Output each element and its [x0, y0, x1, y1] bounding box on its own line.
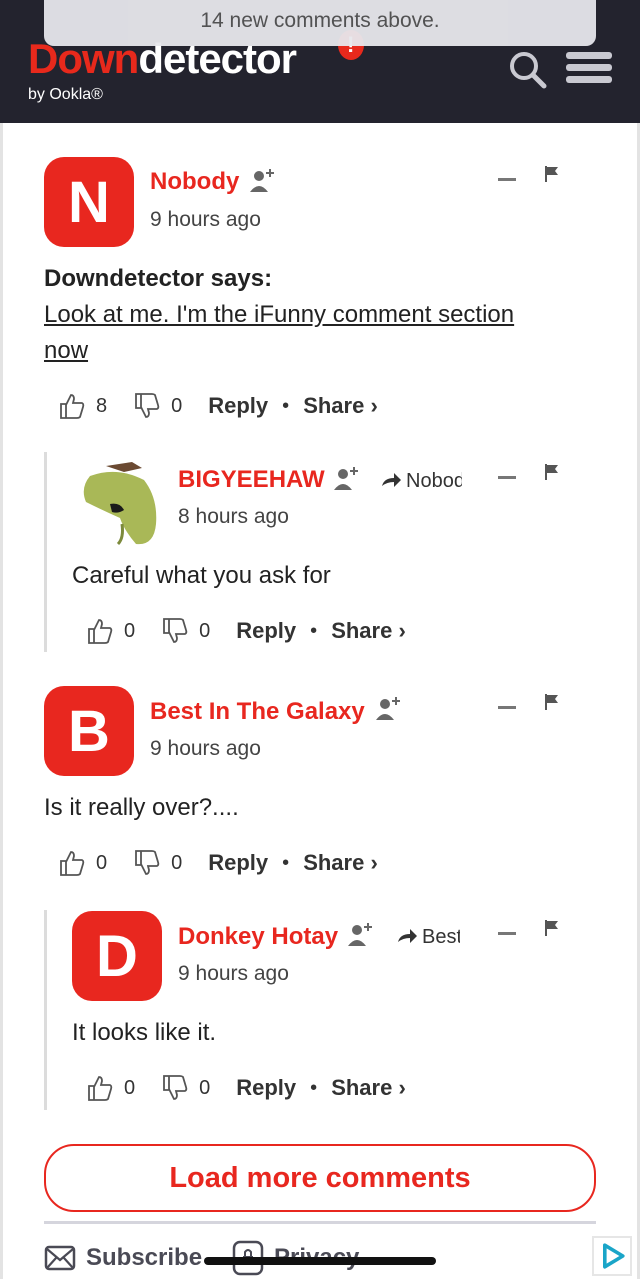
search-icon[interactable]: [508, 50, 548, 90]
separator-dot: •: [310, 1076, 318, 1099]
share-button[interactable]: Share ›: [331, 618, 406, 644]
like-count: 0: [124, 619, 136, 642]
avatar[interactable]: D: [72, 911, 162, 1001]
avatar[interactable]: N: [44, 157, 134, 247]
thumbs-up-icon[interactable]: [58, 849, 86, 877]
dislike-count: 0: [171, 394, 183, 417]
subscribe-label: Subscribe: [86, 1244, 203, 1271]
mail-icon: [44, 1245, 76, 1271]
collapse-icon[interactable]: [498, 932, 516, 935]
avatar[interactable]: [72, 458, 162, 548]
ad-choices-icon[interactable]: [592, 1236, 632, 1276]
thumbs-up-icon[interactable]: [58, 392, 86, 420]
thumbs-down-icon[interactable]: [161, 617, 189, 645]
divider: [44, 1221, 596, 1224]
comment-actions: 0 0 Reply • Share ›: [86, 1073, 406, 1103]
load-more-button[interactable]: Load more comments: [44, 1144, 596, 1212]
dislike-count: 0: [171, 851, 183, 874]
reply-arrow-icon: [398, 929, 417, 943]
dislike-count: 0: [199, 619, 211, 642]
avatar[interactable]: B: [44, 686, 134, 776]
comment-actions: 8 0 Reply • Share ›: [58, 391, 378, 421]
follow-user-icon[interactable]: [346, 920, 374, 948]
thumbs-up-icon[interactable]: [86, 617, 114, 645]
separator-dot: •: [310, 619, 318, 642]
thumbs-down-icon[interactable]: [161, 1074, 189, 1102]
share-button[interactable]: Share ›: [331, 1075, 406, 1101]
menu-icon[interactable]: [566, 52, 612, 86]
dislike-count: 0: [199, 1076, 211, 1099]
follow-user-icon[interactable]: [374, 694, 402, 722]
reply-arrow-icon: [382, 473, 401, 487]
byline: by Ookla®: [28, 86, 103, 103]
comment-actions: 0 0 Reply • Share ›: [58, 848, 378, 878]
subscribe-link[interactable]: Subscribe: [44, 1240, 202, 1276]
thumbs-down-icon[interactable]: [133, 392, 161, 420]
comment-text: Is it really over?....: [44, 794, 239, 821]
share-button[interactable]: Share ›: [303, 850, 378, 876]
thumbs-down-icon[interactable]: [133, 849, 161, 877]
comment-text: It looks like it.: [72, 1019, 217, 1046]
like-count: 0: [124, 1076, 136, 1099]
reply-to-author[interactable]: Best In The Galaxy: [422, 926, 460, 949]
home-indicator: [204, 1257, 436, 1265]
thumbs-up-icon[interactable]: [86, 1074, 114, 1102]
comment-time: 9 hours ago: [150, 208, 261, 231]
comment-text: Careful what you ask for: [72, 562, 331, 589]
collapse-icon[interactable]: [498, 706, 516, 709]
like-count: 0: [96, 851, 108, 874]
comment-title: Downdetector says:: [44, 265, 273, 292]
comment-actions: 0 0 Reply • Share ›: [86, 616, 406, 646]
like-count: 8: [96, 394, 108, 417]
comment-author[interactable]: Nobody: [150, 168, 239, 196]
comment-time: 8 hours ago: [178, 505, 289, 528]
new-comments-banner[interactable]: 14 new comments above.: [44, 0, 596, 46]
reply-button[interactable]: Reply: [208, 850, 268, 876]
flag-icon[interactable]: [544, 693, 560, 711]
share-button[interactable]: Share ›: [303, 393, 378, 419]
reply-to-author[interactable]: Nobody: [406, 470, 462, 493]
reply-button[interactable]: Reply: [208, 393, 268, 419]
flag-icon[interactable]: [544, 165, 560, 183]
collapse-icon[interactable]: [498, 178, 516, 181]
flag-icon[interactable]: [544, 463, 560, 481]
separator-dot: •: [282, 394, 290, 417]
reply-button[interactable]: Reply: [236, 618, 296, 644]
reply-button[interactable]: Reply: [236, 1075, 296, 1101]
comment-author[interactable]: BIGYEEHAW: [178, 466, 325, 494]
collapse-icon[interactable]: [498, 476, 516, 479]
comment-time: 9 hours ago: [178, 962, 289, 985]
comment-link[interactable]: Look at me. I'm the iFunny comment secti…: [44, 297, 564, 369]
separator-dot: •: [282, 851, 290, 874]
follow-user-icon[interactable]: [248, 166, 276, 194]
comment-author[interactable]: Donkey Hotay: [178, 923, 338, 951]
follow-user-icon[interactable]: [332, 464, 360, 492]
comment-author[interactable]: Best In The Galaxy: [150, 698, 365, 726]
reply-thread-line: [44, 452, 47, 652]
comment-time: 9 hours ago: [150, 737, 261, 760]
reply-thread-line: [44, 910, 47, 1110]
flag-icon[interactable]: [544, 919, 560, 937]
